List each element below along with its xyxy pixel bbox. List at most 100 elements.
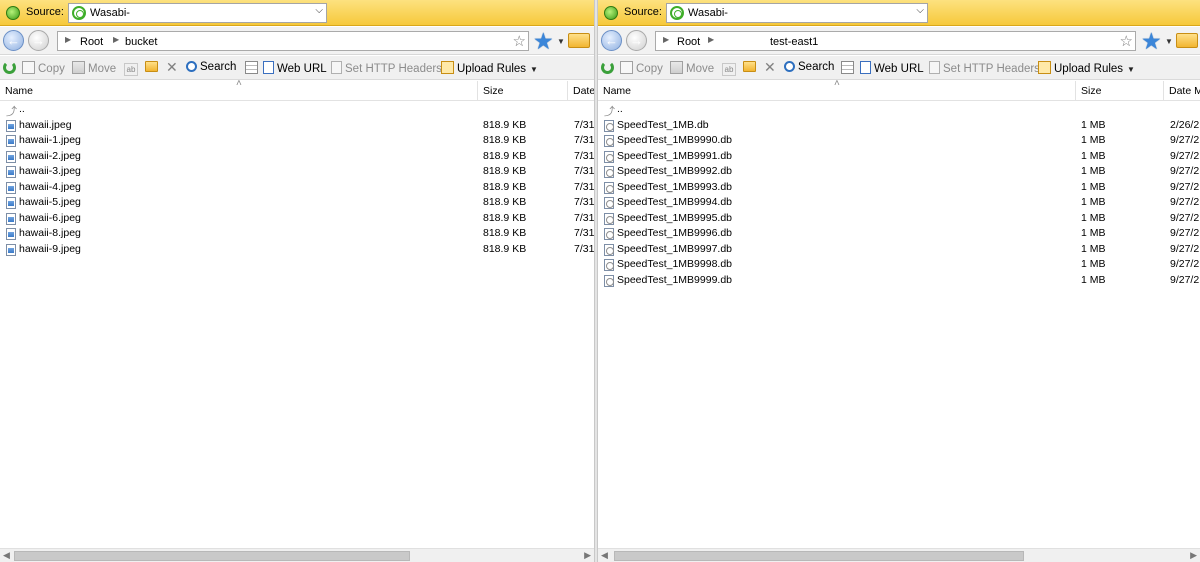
scroll-left-icon[interactable]: ◀ — [3, 550, 10, 561]
move-button[interactable]: Move — [72, 61, 116, 75]
file-date: 9/27/2 — [1170, 211, 1200, 224]
file-date: 9/27/2 — [1170, 227, 1200, 239]
horizontal-scrollbar[interactable]: ◀ ▶ — [598, 548, 1200, 562]
left-pane: Source: Wasabi- ⌵ ← → ▶ Root ▶ bucket ☆ … — [0, 0, 594, 562]
view-button[interactable] — [841, 61, 857, 75]
file-row[interactable]: hawaii-8.jpeg 818.9 KB 7/31 — [0, 226, 594, 242]
file-row[interactable]: SpeedTest_1MB9999.db 1 MB 9/27/2 — [598, 273, 1200, 289]
file-row[interactable]: SpeedTest_1MB9998.db 1 MB 9/27/2 — [598, 257, 1200, 273]
chevron-down-icon[interactable]: ⌵ — [916, 5, 924, 16]
file-row[interactable]: hawaii-3.jpeg 818.9 KB 7/31 — [0, 164, 594, 180]
file-row[interactable]: hawaii.jpeg 818.9 KB 7/31 — [0, 118, 594, 134]
file-row[interactable]: SpeedTest_1MB9995.db 1 MB 9/27/2 — [598, 211, 1200, 227]
favorites-dropdown-icon[interactable]: ▼ — [557, 37, 565, 46]
scroll-right-icon[interactable]: ▶ — [584, 550, 591, 561]
grid-view-icon — [841, 61, 854, 74]
breadcrumb-arrow-icon[interactable]: ▶ — [663, 35, 669, 44]
set-http-headers-button[interactable]: Set HTTP Headers — [331, 61, 442, 75]
web-url-button[interactable]: Web URL — [263, 61, 327, 75]
wasabi-logo-icon — [6, 6, 20, 20]
file-name: hawaii-5.jpeg — [19, 196, 81, 208]
file-row[interactable]: hawaii-6.jpeg 818.9 KB 7/31 — [0, 211, 594, 227]
open-folder-icon[interactable] — [1176, 33, 1198, 48]
search-button[interactable]: Search — [784, 61, 834, 75]
breadcrumb-arrow-icon[interactable]: ▶ — [113, 35, 119, 44]
column-size[interactable]: Size — [1076, 81, 1164, 101]
breadcrumb-arrow-icon[interactable]: ▶ — [65, 35, 71, 44]
column-size[interactable]: Size — [478, 81, 568, 101]
file-list: ⤴ .. SpeedTest_1MB.db 1 MB 2/26/2 SpeedTest… — [598, 102, 1200, 288]
file-name: SpeedTest_1MB9996.db — [617, 227, 733, 239]
scrollbar-thumb[interactable] — [14, 551, 410, 561]
address-bar[interactable]: ▶ Root ▶ test-east1 ☆ — [655, 31, 1136, 51]
file-size: 1 MB — [1081, 196, 1106, 208]
file-row[interactable]: SpeedTest_1MB9991.db 1 MB 9/27/2 — [598, 149, 1200, 165]
file-row[interactable]: SpeedTest_1MB.db 1 MB 2/26/2 — [598, 118, 1200, 134]
scrollbar-thumb[interactable] — [614, 551, 1024, 561]
parent-folder-row[interactable]: ⤴ .. — [0, 102, 594, 118]
copy-button[interactable]: Copy — [620, 61, 663, 75]
column-name[interactable]: Name — [0, 81, 478, 101]
view-button[interactable] — [245, 61, 261, 75]
file-row[interactable]: SpeedTest_1MB9994.db 1 MB 9/27/2 — [598, 195, 1200, 211]
column-date[interactable]: Date M — [1164, 81, 1200, 101]
file-row[interactable]: hawaii-5.jpeg 818.9 KB 7/31 — [0, 195, 594, 211]
back-button[interactable]: ← — [3, 30, 24, 51]
file-name: hawaii-9.jpeg — [19, 242, 81, 255]
delete-button[interactable]: ✕ — [166, 60, 182, 75]
upload-rules-button[interactable]: Upload Rules ▼ — [441, 61, 538, 75]
scroll-left-icon[interactable]: ◀ — [601, 550, 608, 561]
parent-folder-row[interactable]: ⤴ .. — [598, 102, 1200, 118]
delete-button[interactable]: ✕ — [764, 60, 780, 75]
new-folder-button[interactable] — [743, 61, 759, 75]
file-row[interactable]: SpeedTest_1MB9996.db 1 MB 9/27/2 — [598, 226, 1200, 242]
breadcrumb-root[interactable]: Root — [677, 36, 700, 48]
http-headers-icon — [929, 61, 940, 74]
chevron-down-icon[interactable]: ⌵ — [315, 5, 323, 16]
bookmark-star-icon[interactable]: ☆ — [1120, 32, 1133, 50]
favorites-star-icon[interactable]: ★ — [1141, 28, 1162, 55]
back-button[interactable]: ← — [601, 30, 622, 51]
file-row[interactable]: SpeedTest_1MB9993.db 1 MB 9/27/2 — [598, 180, 1200, 196]
file-row[interactable]: hawaii-4.jpeg 818.9 KB 7/31 — [0, 180, 594, 196]
source-dropdown[interactable]: Wasabi- ⌵ — [666, 3, 928, 23]
favorites-star-icon[interactable]: ★ — [533, 28, 554, 55]
search-button[interactable]: Search — [186, 61, 236, 75]
file-row[interactable]: SpeedTest_1MB9990.db 1 MB 9/27/2 — [598, 133, 1200, 149]
favorites-dropdown-icon[interactable]: ▼ — [1165, 37, 1173, 46]
breadcrumb-bucket[interactable]: test-east1 — [770, 36, 818, 48]
copy-button[interactable]: Copy — [22, 61, 65, 75]
breadcrumb-arrow-icon[interactable]: ▶ — [708, 35, 714, 44]
forward-button[interactable]: → — [626, 30, 647, 51]
web-url-button[interactable]: Web URL — [860, 61, 924, 75]
image-file-icon — [6, 119, 16, 132]
file-name: SpeedTest_1MB9999.db — [617, 273, 733, 286]
file-row[interactable]: SpeedTest_1MB9992.db 1 MB 9/27/2 — [598, 164, 1200, 180]
column-date[interactable]: Date — [568, 81, 594, 101]
refresh-button[interactable] — [601, 61, 617, 75]
db-file-icon — [604, 150, 614, 163]
file-row[interactable]: hawaii-1.jpeg 818.9 KB 7/31 — [0, 133, 594, 149]
bookmark-star-icon[interactable]: ☆ — [513, 32, 526, 50]
file-row[interactable]: hawaii-2.jpeg 818.9 KB 7/31 — [0, 149, 594, 165]
open-folder-icon[interactable] — [568, 33, 590, 48]
move-button[interactable]: Move — [670, 61, 714, 75]
file-row[interactable]: hawaii-9.jpeg 818.9 KB 7/31 — [0, 242, 594, 258]
breadcrumb-root[interactable]: Root — [80, 36, 103, 48]
column-name[interactable]: Name — [598, 81, 1076, 101]
file-date: 2/26/2 — [1170, 118, 1200, 131]
horizontal-scrollbar[interactable]: ◀ ▶ — [0, 548, 594, 562]
breadcrumb-bucket[interactable]: bucket — [125, 36, 157, 48]
upload-rules-button[interactable]: Upload Rules ▼ — [1038, 61, 1135, 75]
new-folder-button[interactable] — [145, 61, 161, 75]
file-row[interactable]: SpeedTest_1MB9997.db 1 MB 9/27/2 — [598, 242, 1200, 258]
set-http-headers-button[interactable]: Set HTTP Headers — [929, 61, 1040, 75]
scroll-right-icon[interactable]: ▶ — [1190, 550, 1197, 561]
new-folder-icon — [145, 61, 158, 72]
rename-button[interactable]: ab — [124, 61, 141, 76]
refresh-button[interactable] — [3, 61, 19, 75]
address-bar[interactable]: ▶ Root ▶ bucket ☆ — [57, 31, 529, 51]
rename-button[interactable]: ab — [722, 61, 739, 76]
forward-button[interactable]: → — [28, 30, 49, 51]
source-dropdown[interactable]: Wasabi- ⌵ — [68, 3, 327, 23]
